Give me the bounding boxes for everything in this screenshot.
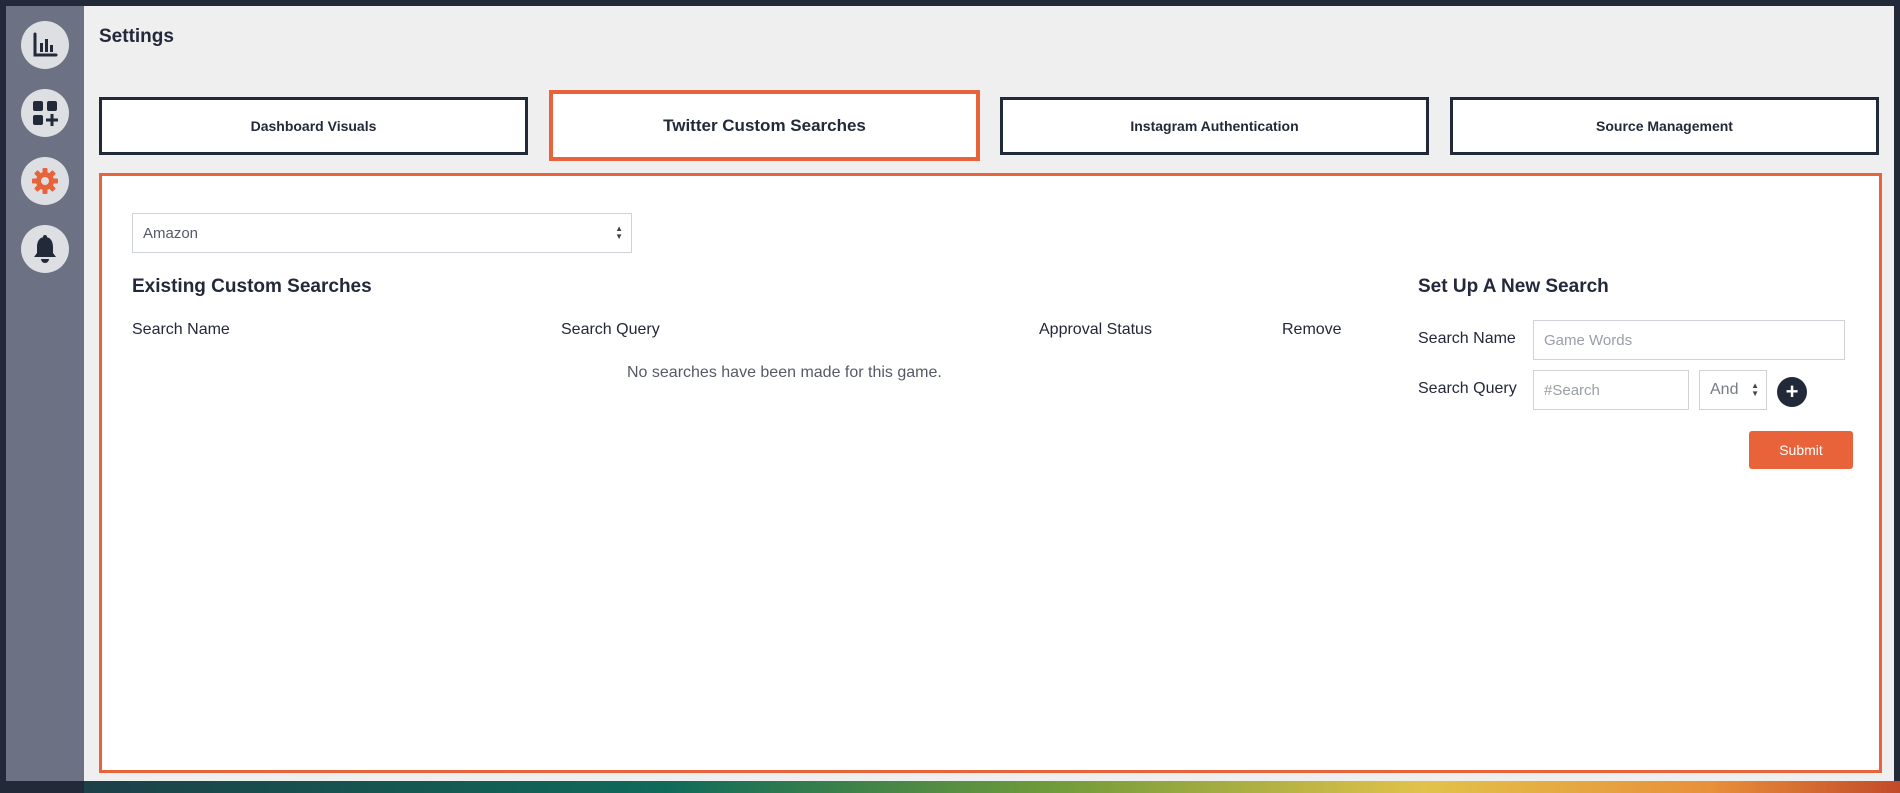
add-widget-icon — [33, 101, 58, 126]
sidebar-item-widgets[interactable] — [21, 89, 69, 137]
tab-dashboard-visuals[interactable]: Dashboard Visuals — [99, 97, 528, 155]
existing-searches-title: Existing Custom Searches — [132, 276, 372, 297]
settings-panel: Amazon ▲ ▼ Existing Custom Searches Searc… — [99, 173, 1882, 773]
game-select-value: Amazon — [143, 224, 199, 242]
column-header-remove: Remove — [1282, 321, 1342, 338]
select-arrows-icon: ▲ ▼ — [615, 224, 623, 241]
search-query-label: Search Query — [1418, 380, 1517, 397]
column-header-search-name: Search Name — [132, 321, 230, 338]
bar-chart-icon — [33, 32, 58, 57]
select-arrows-icon: ▲ ▼ — [1751, 381, 1759, 398]
column-header-approval-status: Approval Status — [1039, 321, 1152, 338]
empty-searches-message: No searches have been made for this game… — [627, 364, 942, 381]
bottom-gradient-bar — [0, 781, 1900, 793]
app-frame: Settings Dashboard Visuals Twitter Custo… — [6, 6, 1894, 781]
sidebar — [6, 6, 84, 781]
operator-select-value: And — [1710, 381, 1739, 398]
column-header-search-query: Search Query — [561, 321, 660, 338]
add-query-term-button[interactable]: + — [1777, 377, 1807, 407]
tab-instagram-authentication[interactable]: Instagram Authentication — [1000, 97, 1429, 155]
search-name-label: Search Name — [1418, 330, 1516, 347]
operator-select[interactable]: And ▲ ▼ — [1699, 370, 1767, 410]
sidebar-item-dashboard[interactable] — [21, 21, 69, 69]
game-select[interactable]: Amazon ▲ ▼ — [132, 213, 632, 253]
gear-icon — [32, 168, 58, 194]
search-query-input[interactable] — [1533, 370, 1689, 410]
submit-button[interactable]: Submit — [1749, 431, 1853, 469]
bottom-bar-left — [0, 781, 84, 793]
tab-source-management[interactable]: Source Management — [1450, 97, 1879, 155]
sidebar-item-notifications[interactable] — [21, 225, 69, 273]
sidebar-item-settings[interactable] — [21, 157, 69, 205]
plus-icon: + — [1785, 379, 1799, 404]
bell-icon — [34, 235, 56, 263]
new-search-title: Set Up A New Search — [1418, 276, 1609, 297]
search-name-input[interactable] — [1533, 320, 1845, 360]
page-title: Settings — [99, 26, 174, 47]
tab-twitter-custom-searches[interactable]: Twitter Custom Searches — [549, 90, 980, 161]
